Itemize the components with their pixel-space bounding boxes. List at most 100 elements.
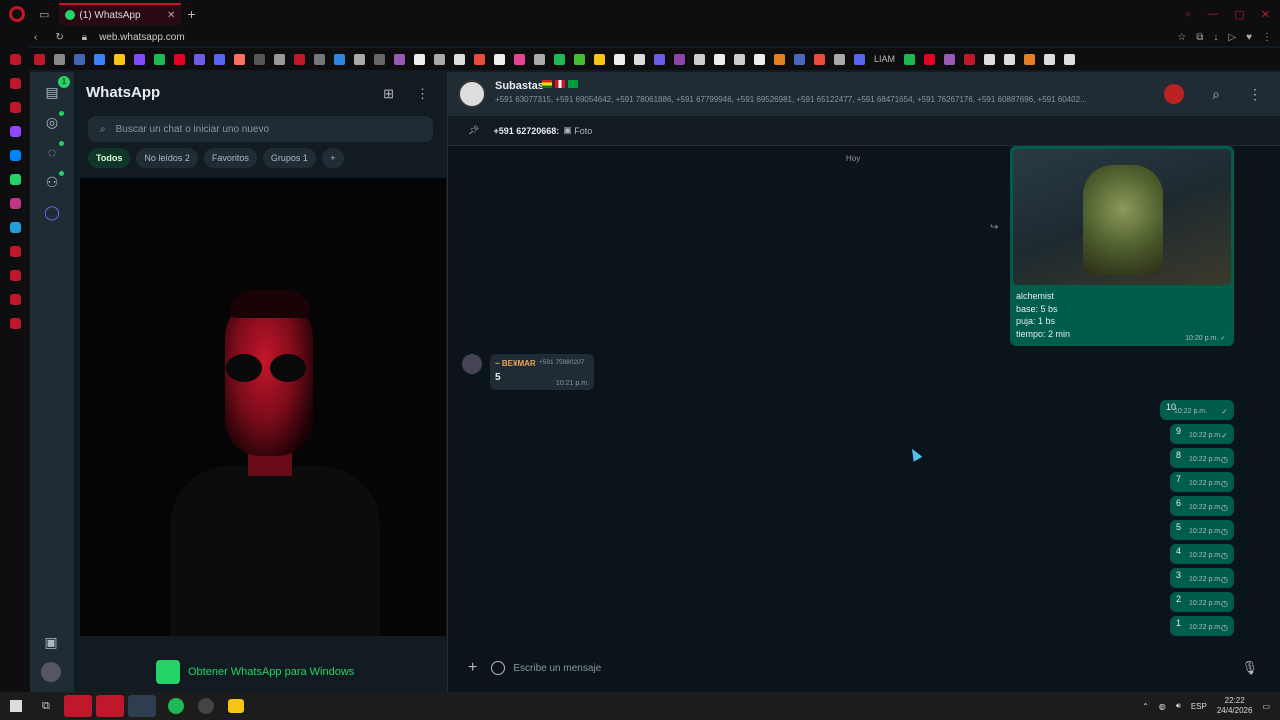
close-window-icon[interactable]: ✕ [1261,8,1270,21]
bookmark-app-icon[interactable] [134,53,145,65]
microphone-icon[interactable]: 🎙︎ [1241,660,1258,676]
sidebar-app-icon[interactable] [9,246,21,257]
bookmark-liam[interactable]: LIAM [874,54,895,64]
bookmark-app-icon[interactable] [834,53,845,65]
forward-icon[interactable]: ↪ [990,222,998,233]
settings-icon[interactable] [9,318,21,329]
bookmark-app-icon[interactable] [634,53,645,65]
search-icon[interactable]: ⌕ [1212,86,1220,103]
bookmark-app-icon[interactable] [234,53,245,65]
bookmark-app-icon[interactable] [334,53,345,65]
alchemist-image[interactable] [1013,149,1231,285]
sidebar-app-icon[interactable] [9,102,21,113]
outgoing-message[interactable]: 4 10:22 p.m. ◷ [1170,544,1234,564]
bookmark-drive-icon[interactable] [114,53,125,65]
bookmark-app-icon[interactable] [1044,53,1056,65]
tab-menu-icon[interactable]: ▭ [39,8,49,21]
incoming-message[interactable]: ~ BE¥MAR +591 75980207 5 10:21 p.m. [490,354,594,390]
download-icon[interactable]: ↓ [1213,32,1218,43]
menu-icon[interactable]: ⋮ [416,86,429,102]
aria-icon[interactable] [9,54,21,65]
bookmark-pinterest-icon[interactable] [174,53,185,65]
bookmark-app-icon[interactable] [414,53,425,65]
browser-tab-whatsapp[interactable]: (1) WhatsApp ✕ [59,3,182,25]
telegram-icon[interactable] [9,222,21,233]
outgoing-message[interactable]: 8 10:22 p.m. ◷ [1170,448,1234,468]
meta-ai-icon[interactable]: ◯ [44,204,60,220]
bookmark-app-icon[interactable] [694,53,705,65]
bookmark-app-icon[interactable] [494,53,505,65]
chats-icon[interactable]: ▤ 1 [44,76,70,100]
bookmark-app-icon[interactable] [554,53,565,65]
twitch-icon[interactable] [9,126,21,137]
bookmark-app-icon[interactable] [254,53,265,65]
file-explorer-icon[interactable] [227,699,244,713]
sender-avatar[interactable] [462,354,482,374]
taskbar-app-opera[interactable] [95,695,124,717]
reload-icon[interactable]: ↻ [55,32,63,43]
play-icon[interactable]: ▷ [1228,32,1236,43]
bookmark-app-icon[interactable] [774,53,785,65]
outgoing-message[interactable]: 7 10:22 p.m. ◷ [1170,472,1234,492]
heart-icon[interactable]: ♥ [1246,32,1252,43]
bookmark-youtube-icon[interactable] [924,53,936,65]
bookmark-app-icon[interactable] [904,53,916,65]
status-icon[interactable]: ◎ [44,111,64,130]
filter-no-leidos[interactable]: No leídos 2 [136,148,198,168]
bookmark-app-icon[interactable] [794,53,805,65]
add-filter-icon[interactable]: + [321,148,344,168]
bookmark-tiktok-icon[interactable] [984,53,996,65]
menu-icon[interactable]: ⋮ [1262,32,1272,43]
bookmark-app-icon[interactable] [314,53,325,65]
bookmark-icon[interactable]: ☆ [1177,32,1186,43]
whatsapp-icon[interactable] [9,174,21,185]
bookmark-gear-icon[interactable] [54,53,65,65]
new-tab-icon[interactable]: + [187,6,195,22]
maximize-icon[interactable]: ▢ [1234,8,1244,21]
bookmark-app-icon[interactable] [854,53,865,65]
get-windows-link[interactable]: Obtener WhatsApp para Windows [156,660,354,684]
bookmark-app-icon[interactable] [394,53,405,65]
bookmark-app-icon[interactable] [594,53,605,65]
task-view-icon[interactable]: ⧉ [42,700,50,713]
channels-icon[interactable]: ◌ [44,141,64,160]
chat-header[interactable]: Subastas +591 63077315, +591 69054642, +… [448,72,1280,116]
taskbar-app-notes[interactable] [127,695,156,717]
sender-name[interactable]: ~ BE¥MAR [495,359,536,368]
search-input[interactable]: ⌕ Buscar un chat o iniciar uno nuevo [88,116,433,142]
bookmark-discord-icon[interactable] [214,53,225,65]
bookmark-meta-icon[interactable] [74,53,85,65]
bookmark-app-icon[interactable] [814,53,825,65]
outgoing-message[interactable]: 1 10:22 p.m. ◷ [1170,616,1234,636]
notifications-icon[interactable]: ▭ [1262,702,1270,711]
taskbar-clock[interactable]: 22:22 24/4/2026 [1217,696,1253,716]
spotify-icon[interactable] [167,698,184,714]
back-icon[interactable]: ‹ [34,32,37,43]
communities-icon[interactable]: ⚇ [44,171,64,190]
outgoing-message[interactable]: 3 10:22 p.m. ◷ [1170,568,1234,588]
url-field[interactable]: web.whatsapp.com [99,32,185,43]
bookmark-app-icon[interactable] [714,53,725,65]
chat-icon[interactable] [9,294,21,305]
keyboard-language[interactable]: ESP [1191,702,1207,711]
bookmark-app-icon[interactable] [154,53,165,65]
bookmark-app-icon[interactable] [434,53,445,65]
bookmark-app-icon[interactable] [734,53,745,65]
bookmark-app-icon[interactable] [654,53,665,65]
bookmark-app-icon[interactable] [294,53,305,65]
outgoing-message[interactable]: 5 10:22 p.m. ◷ [1170,520,1234,540]
pinned-message-bar[interactable]: 📌︎ +591 62720668: ▣ Foto [448,116,1280,146]
outgoing-message[interactable]: 6 10:22 p.m. ◷ [1170,496,1234,516]
bookmark-app-icon[interactable] [614,53,625,65]
new-chat-icon[interactable]: ⊞ [383,86,394,102]
bookmark-app-icon[interactable] [354,53,365,65]
filter-todos[interactable]: Todos [88,148,131,168]
group-avatar[interactable] [458,80,486,108]
bookmark-app-icon[interactable] [454,53,465,65]
screenshot-icon[interactable]: ⧉ [1196,32,1203,43]
profile-avatar[interactable] [41,662,61,682]
bookmark-speed-icon[interactable] [34,53,45,65]
image-message[interactable]: alchemist base: 5 bs puja: 1 bs tiempo: … [1010,146,1234,346]
bookmark-app-icon[interactable] [674,53,685,65]
menu-icon[interactable]: ⋮ [1248,86,1262,103]
